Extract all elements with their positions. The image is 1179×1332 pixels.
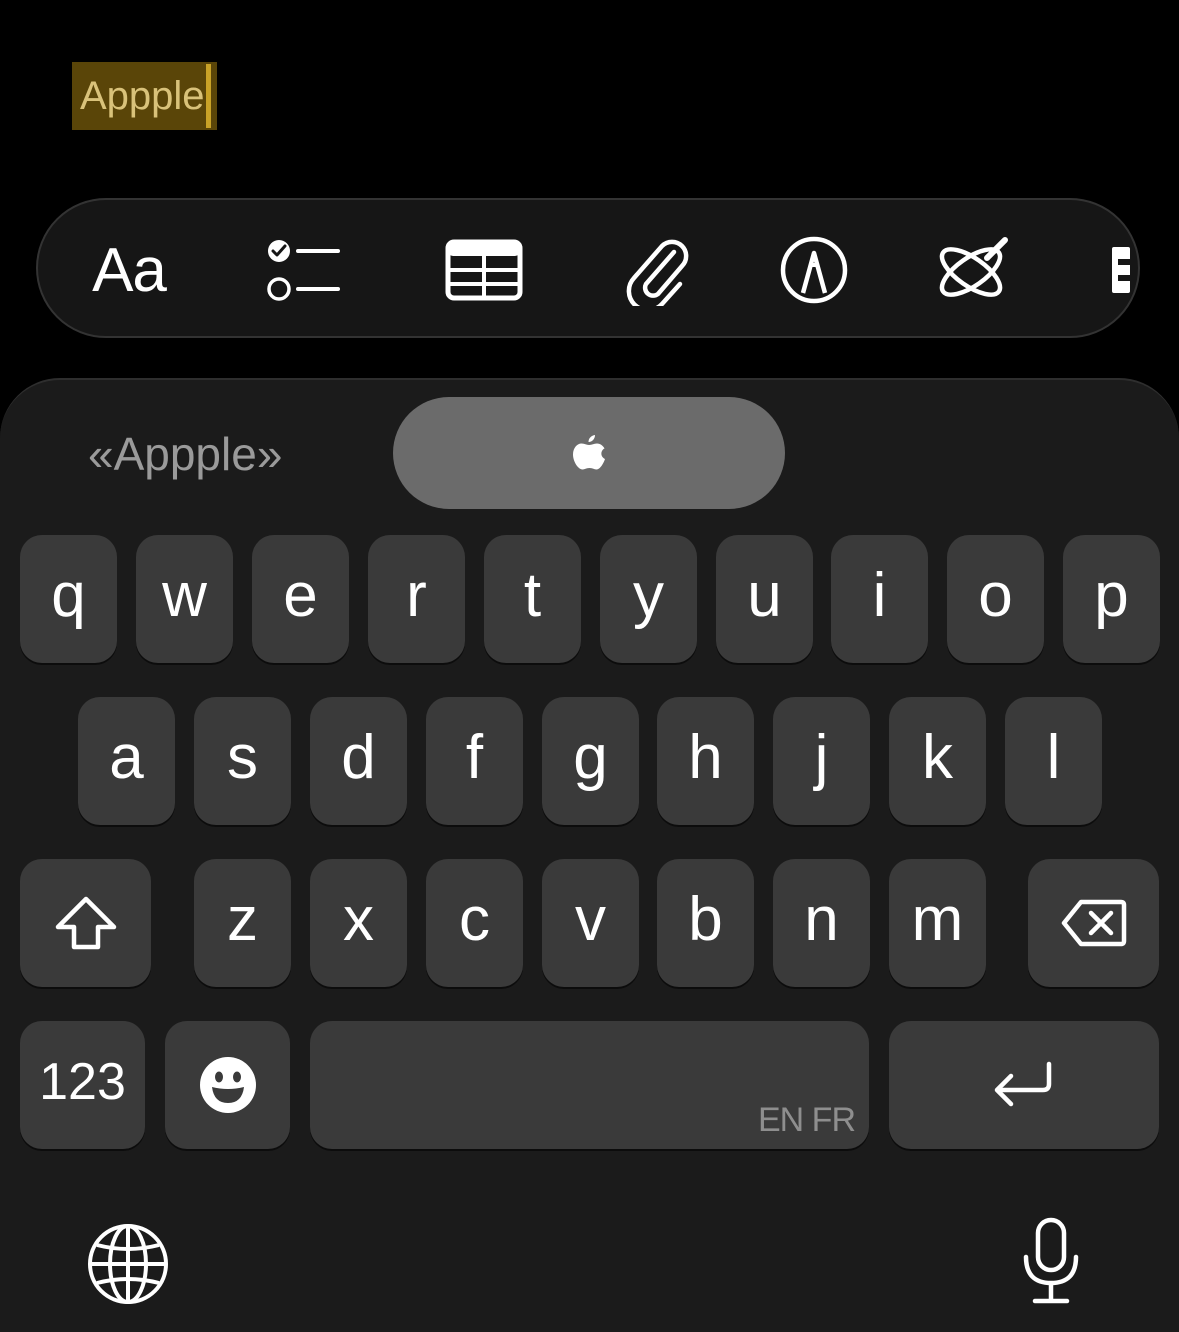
key-label: o: [978, 561, 1013, 630]
emoji-icon: [199, 1057, 256, 1113]
key-y[interactable]: y: [600, 535, 697, 663]
key-e[interactable]: e: [252, 535, 349, 663]
checklist-icon[interactable]: [264, 230, 344, 310]
suggestion-original[interactable]: «Appple»: [88, 426, 282, 482]
key-label: a: [109, 723, 144, 792]
key-label: h: [688, 723, 723, 792]
shift-key[interactable]: [20, 859, 151, 987]
delete-key[interactable]: [1028, 859, 1159, 987]
format-label: Aa: [92, 235, 167, 305]
key-j[interactable]: j: [773, 697, 870, 825]
text-caret: [205, 64, 211, 128]
key-c[interactable]: c: [426, 859, 523, 987]
key-a[interactable]: a: [78, 697, 175, 825]
key-h[interactable]: h: [657, 697, 754, 825]
key-label: m: [911, 885, 964, 954]
writing-tools-icon[interactable]: [934, 230, 1014, 310]
attachment-icon[interactable]: [622, 230, 692, 310]
key-label: s: [227, 723, 258, 792]
key-label: w: [162, 561, 207, 630]
key-label: g: [573, 723, 608, 792]
typed-text: Appple: [80, 74, 205, 118]
suggestion-autocorrect[interactable]: [393, 397, 785, 509]
typed-text-selection[interactable]: Appple: [72, 62, 217, 130]
key-u[interactable]: u: [716, 535, 813, 663]
key-k[interactable]: k: [889, 697, 986, 825]
key-q[interactable]: q: [20, 535, 117, 663]
key-o[interactable]: o: [947, 535, 1044, 663]
key-x[interactable]: x: [310, 859, 407, 987]
key-g[interactable]: g: [542, 697, 639, 825]
key-label: r: [406, 561, 427, 630]
key-label: j: [814, 723, 829, 792]
key-label: l: [1046, 723, 1061, 792]
key-label: q: [51, 561, 86, 630]
apple-logo-icon: [573, 435, 605, 470]
table-icon[interactable]: [444, 230, 524, 310]
key-label: z: [227, 885, 258, 954]
key-t[interactable]: t: [484, 535, 581, 663]
key-r[interactable]: r: [368, 535, 465, 663]
numbers-label: 123: [39, 1053, 126, 1111]
key-label: d: [341, 723, 376, 792]
formatting-toolbar: Aa: [36, 198, 1140, 338]
key-label: v: [575, 885, 606, 954]
more-icon[interactable]: [1106, 230, 1136, 310]
key-l[interactable]: l: [1005, 697, 1102, 825]
key-p[interactable]: p: [1063, 535, 1160, 663]
format-button[interactable]: Aa: [84, 230, 174, 310]
space-bar[interactable]: EN FR: [310, 1021, 869, 1149]
key-s[interactable]: s: [194, 697, 291, 825]
key-label: e: [283, 561, 318, 630]
return-icon: [994, 1061, 1052, 1107]
key-f[interactable]: f: [426, 697, 523, 825]
keyboard: «Appple» q w e r t y u i o p a s d f g h…: [0, 378, 1179, 1332]
markup-icon[interactable]: [778, 230, 850, 310]
emoji-key[interactable]: [165, 1021, 290, 1149]
key-label: c: [459, 885, 490, 954]
key-label: u: [747, 561, 782, 630]
key-label: t: [523, 561, 542, 630]
key-v[interactable]: v: [542, 859, 639, 987]
key-m[interactable]: m: [889, 859, 986, 987]
key-z[interactable]: z: [194, 859, 291, 987]
space-language-label: EN FR: [758, 1101, 856, 1139]
key-label: f: [465, 723, 484, 792]
key-label: i: [872, 561, 887, 630]
key-label: y: [633, 561, 664, 630]
key-label: x: [343, 885, 374, 954]
key-d[interactable]: d: [310, 697, 407, 825]
key-label: p: [1094, 561, 1129, 630]
key-label: b: [688, 885, 723, 954]
key-label: k: [922, 723, 953, 792]
globe-icon[interactable]: [86, 1222, 170, 1306]
delete-icon: [1061, 899, 1126, 947]
microphone-icon[interactable]: [1018, 1216, 1084, 1306]
key-b[interactable]: b: [657, 859, 754, 987]
numbers-key[interactable]: 123: [20, 1021, 145, 1149]
key-n[interactable]: n: [773, 859, 870, 987]
key-w[interactable]: w: [136, 535, 233, 663]
key-label: n: [804, 885, 839, 954]
key-i[interactable]: i: [831, 535, 928, 663]
return-key[interactable]: [889, 1021, 1159, 1149]
shift-icon: [55, 896, 116, 950]
